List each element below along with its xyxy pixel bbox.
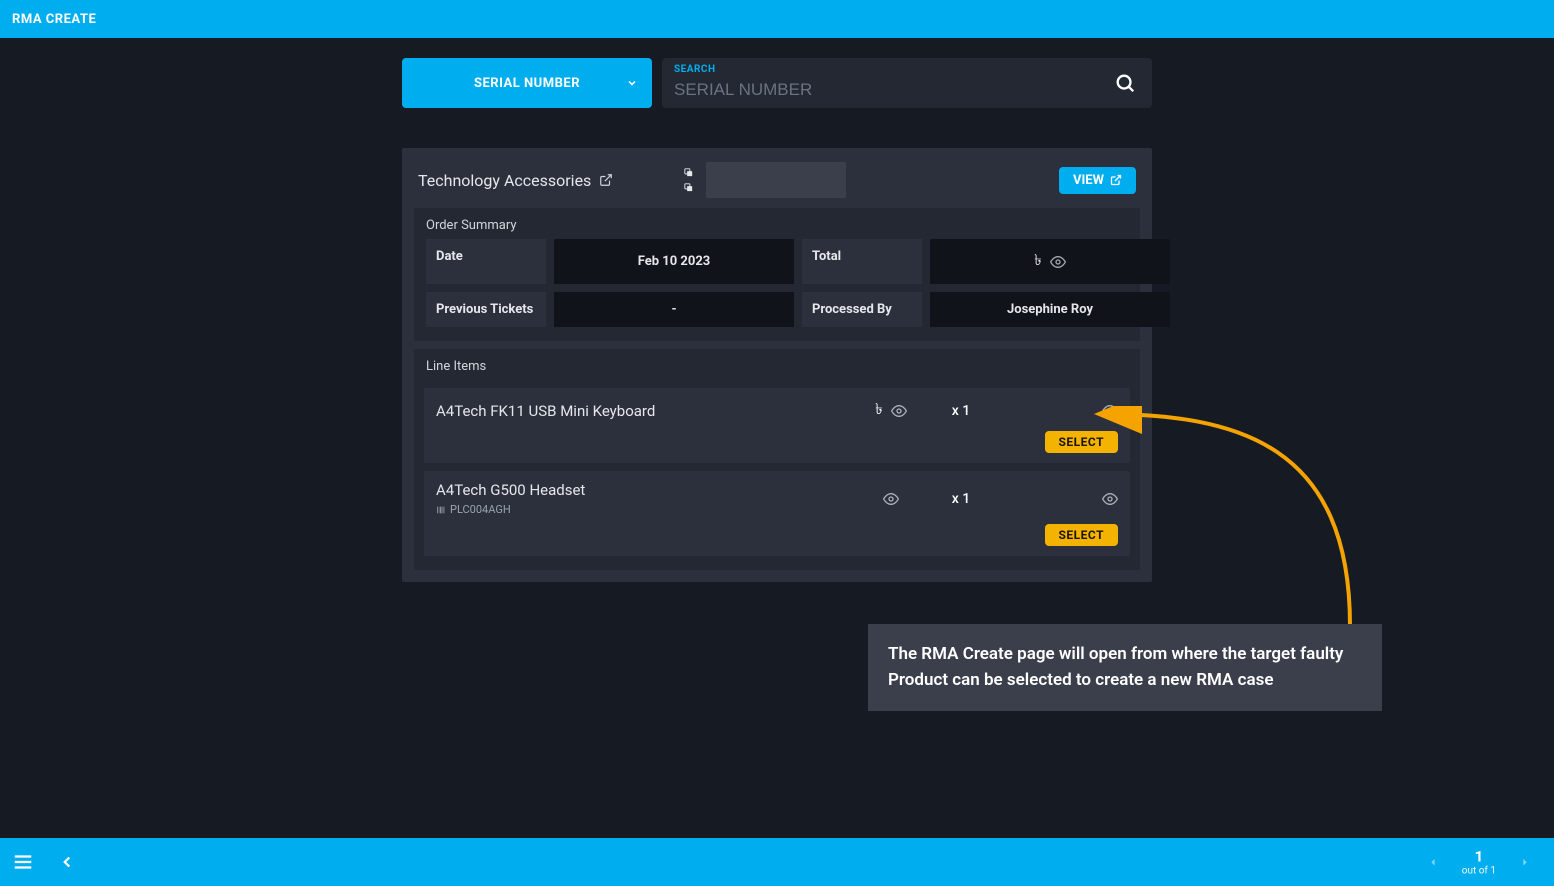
search-field-label: SEARCH: [674, 64, 716, 75]
chevron-down-icon: [626, 77, 638, 89]
search-field: SEARCH: [662, 58, 1152, 108]
barcode-icon: [436, 505, 446, 515]
page-title: RMA CREATE: [12, 12, 96, 27]
annotation-tooltip: The RMA Create page will open from where…: [868, 624, 1382, 711]
content: SERIAL NUMBER SEARCH Technology Accessor…: [402, 58, 1152, 582]
pager-total: out of 1: [1462, 865, 1496, 876]
eye-icon[interactable]: [1102, 403, 1118, 419]
copy-icons: [683, 167, 694, 193]
bottom-bar: 1 out of 1: [0, 838, 1554, 886]
copy-icon[interactable]: [683, 182, 694, 193]
company-name-link[interactable]: Technology Accessories: [418, 171, 613, 190]
select-button[interactable]: SELECT: [1045, 524, 1119, 546]
top-bar: RMA CREATE: [0, 0, 1554, 38]
search-icon[interactable]: [1114, 72, 1136, 94]
copy-icon[interactable]: [683, 167, 694, 178]
line-items-title: Line Items: [414, 349, 1140, 380]
pager-current: 1: [1462, 848, 1496, 865]
work-area: SERIAL NUMBER SEARCH Technology Accessor…: [0, 38, 1554, 838]
eye-icon[interactable]: [891, 403, 907, 419]
eye-icon[interactable]: [1102, 491, 1118, 507]
currency-icon: ৳: [875, 398, 882, 423]
line-item-qty: x 1: [926, 403, 996, 419]
pager-prev-icon[interactable]: [1428, 855, 1438, 869]
external-link-icon: [1110, 174, 1122, 186]
summary-total-label: Total: [802, 239, 922, 284]
line-item: A4Tech FK11 USB Mini Keyboard ৳ x 1 SELE…: [424, 388, 1130, 463]
line-item-price: ৳: [856, 398, 926, 423]
summary-processed-value: Josephine Roy: [930, 292, 1170, 327]
company-logo-placeholder: [706, 162, 846, 198]
order-summary-title: Order Summary: [414, 208, 1140, 239]
order-card: Technology Accessories VIEW Order Summar…: [402, 148, 1152, 582]
search-row: SERIAL NUMBER SEARCH: [402, 58, 1152, 108]
line-item-qty: x 1: [926, 491, 996, 507]
view-button[interactable]: VIEW: [1059, 167, 1136, 194]
summary-date-value: Feb 10 2023: [554, 239, 794, 284]
line-item: A4Tech G500 Headset PLC004AGH x 1: [424, 471, 1130, 556]
order-card-header: Technology Accessories VIEW: [414, 160, 1140, 206]
back-icon[interactable]: [58, 853, 76, 871]
search-type-dropdown[interactable]: SERIAL NUMBER: [402, 58, 652, 108]
summary-processed-label: Processed By: [802, 292, 922, 327]
line-item-name: A4Tech G500 Headset: [436, 481, 856, 499]
menu-icon[interactable]: [12, 851, 34, 873]
eye-icon[interactable]: [1050, 254, 1066, 270]
order-summary-panel: Order Summary Date Feb 10 2023 Total ৳ P…: [414, 208, 1140, 341]
line-item-serial: PLC004AGH: [436, 503, 856, 516]
line-item-price: [856, 491, 926, 507]
summary-total-value: ৳: [930, 239, 1170, 284]
search-input[interactable]: [674, 66, 1140, 100]
search-type-label: SERIAL NUMBER: [474, 76, 580, 91]
summary-prev-label: Previous Tickets: [426, 292, 546, 327]
order-summary-grid: Date Feb 10 2023 Total ৳ Previous Ticket…: [414, 239, 1140, 335]
select-button[interactable]: SELECT: [1045, 431, 1119, 453]
summary-prev-value: -: [554, 292, 794, 327]
line-item-name: A4Tech FK11 USB Mini Keyboard: [436, 402, 856, 420]
eye-icon[interactable]: [883, 491, 899, 507]
line-items-panel: Line Items A4Tech FK11 USB Mini Keyboard…: [414, 349, 1140, 570]
pager-next-icon[interactable]: [1520, 855, 1530, 869]
summary-date-label: Date: [426, 239, 546, 284]
pager: 1 out of 1: [1428, 848, 1530, 876]
currency-icon: ৳: [1034, 249, 1041, 274]
